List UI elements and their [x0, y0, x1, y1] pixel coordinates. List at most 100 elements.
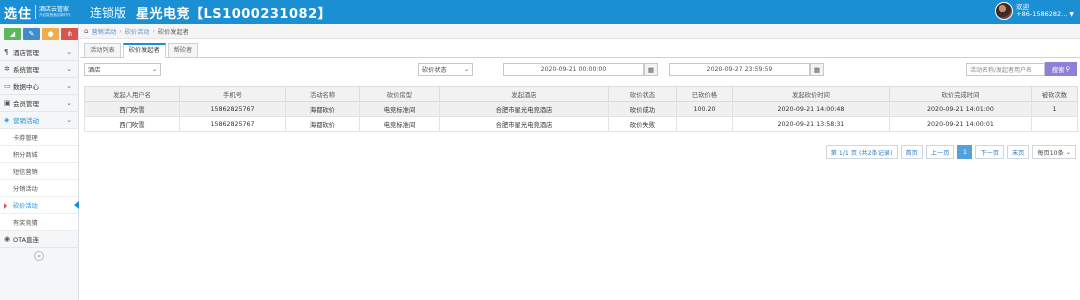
marketing-icon: ◈	[4, 116, 10, 124]
pencil-shortcut-icon[interactable]: ✎	[23, 28, 40, 40]
sidebar-subitem-sms[interactable]: 短信营销	[0, 163, 78, 180]
store-name: 星光电竞【LS1000231082】	[136, 6, 332, 22]
gear-icon: ✲	[4, 65, 10, 73]
breadcrumb-item[interactable]: 砍价活动	[125, 27, 150, 36]
column-header[interactable]: 砍价完成时间	[889, 86, 1032, 102]
search-button[interactable]: 搜索 ⚲	[1045, 62, 1077, 76]
chart-shortcut-icon[interactable]: ◢	[4, 28, 21, 40]
sidebar-subitem-points-mall[interactable]: 积分商城	[0, 146, 78, 163]
column-header[interactable]: 活动名称	[285, 86, 360, 102]
sidebar-item-label: 系统管理	[13, 66, 39, 74]
next-page-button[interactable]: 下一页	[975, 145, 1004, 159]
top-bar: 选住 酒店云管家 开启智慧酒店新时代 连锁版 星光电竞【LS1000231082…	[0, 0, 1080, 24]
column-header[interactable]: 手机号	[179, 86, 286, 102]
start-date-input[interactable]: 2020-09-21 00:00:00	[503, 63, 644, 76]
main-content: ⌂ 营销活动 › 砍价活动 › 砍价发起者 活动列表 砍价发起者 帮砍者 酒店 …	[80, 24, 1080, 300]
sidebar-item-marketing[interactable]: ◈ 营销活动 ⌄	[0, 112, 78, 129]
logo-subtitle: 酒店云管家	[39, 5, 70, 13]
end-date-input[interactable]: 2020-09-27 23:59:59	[669, 63, 810, 76]
sidebar-item-data[interactable]: ▭ 数据中心 ⌄	[0, 78, 78, 95]
sidebar-item-member[interactable]: ▣ 会员管理 ⌄	[0, 95, 78, 112]
table-cell: 2020-09-21 14:00:01	[889, 116, 1032, 132]
sidebar-subitem-quiz[interactable]: 有奖竞猜	[0, 214, 78, 231]
sidebar-item-hotel[interactable]: ¶ 酒店管理 ⌄	[0, 44, 78, 61]
data-icon: ▭	[4, 82, 11, 90]
hotel-select-value: 酒店	[88, 67, 101, 74]
chevron-down-icon: ⌄	[66, 82, 72, 90]
table-row[interactable]: 西门吹雪 15862825767 海都砍价 电竞标准间 合肥市星光电竞酒店 砍价…	[84, 116, 1078, 132]
calendar-icon[interactable]: ▦	[644, 63, 658, 76]
logo-text: 选住	[4, 6, 33, 22]
tab-bar: 活动列表 砍价发起者 帮砍者	[80, 39, 1080, 58]
column-header[interactable]: 被砍次数	[1031, 86, 1078, 102]
sidebar-item-system[interactable]: ✲ 系统管理 ⌄	[0, 61, 78, 78]
table-cell	[676, 116, 733, 132]
sidebar-collapse-button[interactable]: «	[0, 248, 78, 261]
page-info: 第 1/1 页 (共2条记录)	[825, 145, 898, 159]
table-cell: 100.20	[676, 101, 733, 117]
table-cell: 合肥市星光电竞酒店	[439, 101, 609, 117]
status-select[interactable]: 砍价状态 ⌄	[418, 63, 473, 76]
table-cell: 15862825767	[179, 101, 286, 117]
table-cell: 西门吹雪	[84, 116, 180, 132]
column-header[interactable]: 砍价房型	[359, 86, 440, 102]
home-icon[interactable]: ⌂	[84, 27, 88, 35]
table-cell: 海都砍价	[285, 116, 360, 132]
column-header[interactable]: 发起砍价时间	[732, 86, 890, 102]
table-cell: 电竞标准间	[359, 101, 440, 117]
table-cell: 海都砍价	[285, 101, 360, 117]
breadcrumb-separator: ›	[152, 27, 155, 35]
member-icon: ▣	[4, 99, 11, 107]
chevron-down-icon: ⌄	[66, 65, 72, 73]
table-cell: 2020-09-21 13:58:31	[732, 116, 890, 132]
logo: 选住 酒店云管家 开启智慧酒店新时代	[0, 3, 86, 22]
user-shortcut-icon[interactable]: ●	[42, 28, 59, 40]
user-menu[interactable]: 欢迎 +86-1586282... ▼	[995, 2, 1074, 20]
table-cell: 西门吹雪	[84, 101, 180, 117]
tab-initiators[interactable]: 砍价发起者	[122, 43, 166, 58]
eye-icon: ◉	[4, 235, 11, 243]
shortcut-bar: ◢ ✎ ● ⋔	[0, 24, 78, 40]
sidebar-subitem-coupons[interactable]: 卡券管理	[0, 129, 78, 146]
tab-activity-list[interactable]: 活动列表	[84, 43, 121, 57]
breadcrumb-current: 砍价发起者	[157, 28, 189, 36]
avatar[interactable]	[995, 2, 1014, 20]
table-cell: 2020-09-21 14:01:00	[889, 101, 1032, 117]
initiators-table: 发起人用户名 手机号 活动名称 砍价房型 发起酒店 砍价状态 已砍价格 发起砍价…	[84, 86, 1078, 132]
table-cell	[1031, 116, 1078, 132]
edition-label: 连锁版	[90, 5, 127, 20]
filter-bar: 酒店 ⌄ 砍价状态 ⌄ 2020-09-21 00:00:00 ▦ 2020-0…	[80, 58, 1080, 78]
column-header[interactable]: 发起酒店	[439, 86, 609, 102]
table-cell: 2020-09-21 14:00:48	[732, 101, 890, 117]
column-header[interactable]: 砍价状态	[608, 86, 677, 102]
table-cell: 1	[1031, 101, 1078, 117]
calendar-icon[interactable]: ▦	[810, 63, 824, 76]
sidebar-item-ota[interactable]: ◉ OTA直连	[0, 231, 78, 248]
chevron-down-icon: ⌄	[1065, 148, 1071, 156]
status-select-value: 砍价状态	[422, 67, 447, 74]
sidebar-subitem-bargain[interactable]: 砍价活动	[0, 197, 79, 214]
hotel-select[interactable]: 酒店 ⌄	[84, 63, 161, 76]
chevron-down-icon: ⌄	[66, 116, 72, 124]
sidebar-item-label: 酒店管理	[13, 49, 39, 57]
chevron-down-icon: ⌄	[151, 66, 157, 73]
chevron-down-icon: ⌄	[66, 99, 72, 107]
search-input[interactable]: 活动名称/发起者用户名	[966, 63, 1045, 76]
table-row[interactable]: 西门吹雪 15862825767 海都砍价 电竞标准间 合肥市星光电竞酒店 砍价…	[84, 101, 1078, 117]
tab-helpers[interactable]: 帮砍者	[167, 43, 199, 57]
page-size-select[interactable]: 每页10条 ⌄	[1032, 145, 1076, 159]
breadcrumb-separator: ›	[119, 27, 122, 35]
caret-down-icon[interactable]: ▼	[1069, 11, 1074, 18]
prev-page-button[interactable]: 上一页	[925, 145, 955, 159]
share-shortcut-icon[interactable]: ⋔	[61, 28, 78, 40]
column-header[interactable]: 已砍价格	[676, 86, 733, 102]
chevron-down-icon: ⌄	[66, 48, 72, 56]
sidebar-item-label: 营销活动	[13, 117, 39, 125]
column-header[interactable]: 发起人用户名	[84, 86, 180, 102]
first-page-button[interactable]: 首页	[900, 145, 923, 159]
sidebar-subitem-distribution[interactable]: 分销活动	[0, 180, 78, 197]
sidebar-item-label: 会员管理	[13, 100, 39, 108]
breadcrumb-item[interactable]: 营销活动	[91, 27, 116, 36]
current-page-button[interactable]: 1	[957, 145, 973, 159]
last-page-button[interactable]: 末页	[1007, 145, 1030, 159]
